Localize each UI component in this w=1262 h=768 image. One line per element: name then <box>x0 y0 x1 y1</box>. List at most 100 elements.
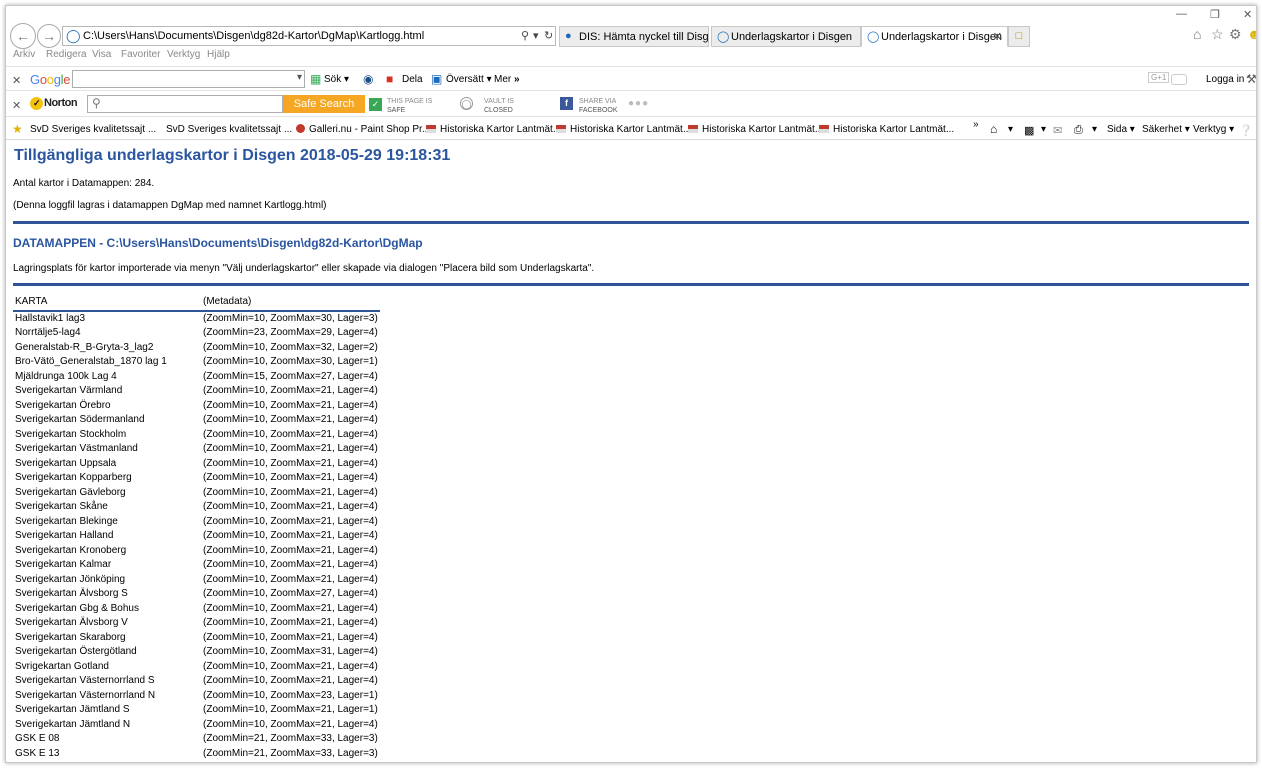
tab-underlagskartor-1[interactable]: ◯ Underlagskartor i Disgen <box>711 26 861 47</box>
column-header-metadata: (Metadata) <box>201 293 380 312</box>
dropdown-icon[interactable]: ▾ <box>533 29 539 42</box>
favorite-item[interactable]: Galleri.nu - Paint Shop Pr... <box>296 124 430 135</box>
page-status[interactable]: THIS PAGE IS SAFE <box>387 97 432 115</box>
mail-icon[interactable]: ✉ <box>1053 124 1062 137</box>
minimize-icon[interactable]: — <box>1176 8 1187 20</box>
new-tab-button[interactable]: □ <box>1008 26 1030 47</box>
section-description: Lagringsplats för kartor importerade via… <box>13 263 595 274</box>
favorites-star-icon[interactable]: ☆ <box>1211 26 1224 43</box>
page-status-line1: THIS PAGE IS <box>387 98 433 105</box>
map-metadata-cell: (ZoomMin=10, ZoomMax=21, Lager=4) <box>203 501 378 513</box>
wrench-icon[interactable]: ⚒ <box>1246 72 1256 86</box>
galleri-icon <box>296 124 305 133</box>
print-icon[interactable]: ⎙ <box>1074 124 1083 137</box>
share-facebook[interactable]: SHARE VIA FACEBOOK <box>579 97 618 115</box>
gear-icon[interactable]: ⚙ <box>1229 26 1242 43</box>
address-bar[interactable]: ◯ C:\Users\Hans\Documents\Disgen\dg82d-K… <box>62 26 556 46</box>
safety-menu[interactable]: Säkerhet ▾ <box>1142 124 1190 135</box>
page-menu[interactable]: Sida ▾ <box>1107 124 1135 135</box>
chevron-down-icon[interactable]: ▾ <box>1008 124 1013 135</box>
map-name-cell: Sverigekartan Södermanland <box>15 414 145 426</box>
home-icon[interactable]: ⌂ <box>1193 26 1201 42</box>
tab-dis[interactable]: ● DIS: Hämta nyckel till Disgen 2 <box>559 26 709 47</box>
norton-logo: ✓ Norton <box>30 97 78 110</box>
more-dots-icon[interactable]: ●●● <box>628 98 649 109</box>
menu-visa[interactable]: Visa <box>92 49 111 60</box>
google-search-button[interactable]: Sök ▾ <box>324 74 349 85</box>
map-name-cell: Generalstab-R_B-Gryta-3_lag2 <box>15 341 154 353</box>
refresh-icon[interactable]: ↻ <box>544 29 553 42</box>
smiley-icon[interactable]: ☻ <box>1247 26 1256 42</box>
google-logo: Google <box>30 72 71 87</box>
login-link[interactable]: Logga in <box>1206 74 1244 85</box>
chevron-down-icon[interactable]: ▾ <box>297 72 302 83</box>
menu-hjalp[interactable]: Hjälp <box>207 49 230 60</box>
address-url[interactable]: C:\Users\Hans\Documents\Disgen\dg82d-Kar… <box>83 30 424 42</box>
map-metadata-cell: (ZoomMin=10, ZoomMax=21, Lager=4) <box>203 457 378 469</box>
more-button[interactable]: Mer » <box>494 74 520 85</box>
maps-table: KARTA (Metadata) Hallstavik1 lag3 (ZoomMi… <box>13 293 380 761</box>
close-toolbar-icon[interactable]: ✕ <box>12 74 21 87</box>
norton-search-input[interactable]: ⚲ <box>87 95 283 113</box>
help-icon[interactable]: ❔ <box>1239 124 1253 137</box>
vault-status[interactable]: VAULT IS CLOSED <box>484 97 514 115</box>
tools-menu[interactable]: Verktyg ▾ <box>1193 124 1234 135</box>
feed-icon[interactable]: ▩ <box>1024 124 1034 137</box>
map-name-cell: Sverigekartan Jämtland S <box>15 704 130 716</box>
forward-icon[interactable]: → <box>37 24 61 48</box>
map-name-cell: Sverigekartan Blekinge <box>15 515 118 527</box>
share-icon[interactable]: ■ <box>386 72 393 86</box>
favorite-item[interactable]: SvD Sveriges kvalitetssajt ... <box>30 124 156 135</box>
close-window-icon[interactable]: ✕ <box>1243 8 1252 21</box>
table-row: Norrtälje5-lag4 (ZoomMin=23, ZoomMax=29, … <box>13 326 380 341</box>
table-row: Sverigekartan Värmland (ZoomMin=10, ZoomM… <box>13 384 380 399</box>
share-button[interactable]: Dela <box>402 74 423 85</box>
table-row: Sverigekartan Älvsborg S (ZoomMin=10, Zoo… <box>13 587 380 602</box>
map-metadata-cell: (ZoomMin=10, ZoomMax=21, Lager=4) <box>203 515 378 527</box>
favorite-item[interactable]: Historiska Kartor Lantmät... <box>688 124 823 135</box>
google-search-icon[interactable]: ▦ <box>310 72 321 86</box>
translate-icon[interactable]: ▣ <box>431 72 442 86</box>
map-name-cell: Hallstavik1 lag3 <box>15 313 86 325</box>
restore-icon[interactable]: ❐ <box>1210 8 1220 21</box>
chevron-down-icon[interactable]: ▾ <box>1092 124 1097 135</box>
google-search-input[interactable]: ▾ <box>72 70 305 88</box>
favorite-item[interactable]: Historiska Kartor Lantmät... <box>426 124 561 135</box>
map-metadata-cell: (ZoomMin=10, ZoomMax=21, Lager=4) <box>203 660 378 672</box>
map-name-cell: Sverigekartan Jämtland N <box>15 718 131 730</box>
menu-redigera[interactable]: Redigera <box>46 49 87 60</box>
favorite-item[interactable]: SvD Sveriges kvalitetssajt ... <box>166 124 292 135</box>
menu-favoriter[interactable]: Favoriter <box>121 49 160 60</box>
home-icon[interactable]: ⌂ <box>990 122 997 136</box>
favorites-star-icon[interactable]: ★ <box>12 122 23 136</box>
table-row: Sverigekartan Örebro (ZoomMin=10, ZoomMax… <box>13 398 380 413</box>
chevron-down-icon[interactable]: ▾ <box>1041 124 1046 135</box>
translate-button[interactable]: Översätt ▾ <box>446 74 492 85</box>
map-metadata-cell: (ZoomMin=10, ZoomMax=21, Lager=4) <box>203 399 378 411</box>
close-toolbar-icon[interactable]: ✕ <box>12 99 21 112</box>
chevron-more-icon[interactable]: » <box>973 119 979 130</box>
map-name-cell: Sverigekartan Kopparberg <box>15 472 132 484</box>
menu-verktyg[interactable]: Verktyg <box>167 49 200 60</box>
safe-search-button[interactable]: Safe Search <box>283 95 365 113</box>
norton-toolbar: ✕ ✓ Norton ⚲ Safe Search ✓ THIS PAGE IS S… <box>6 90 1256 116</box>
table-row: Generalstab-R_B-Gryta-3_lag2 (ZoomMin=10,… <box>13 340 380 355</box>
table-row: Sverigekartan Västernorrland S (ZoomMin=1… <box>13 674 380 689</box>
map-name-cell: Sverigekartan Örebro <box>15 399 111 411</box>
map-metadata-cell: (ZoomMin=10, ZoomMax=21, Lager=4) <box>203 602 378 614</box>
menu-arkiv[interactable]: Arkiv <box>13 49 35 60</box>
favorite-item[interactable]: Historiska Kartor Lantmät... <box>819 124 954 135</box>
search-icon[interactable]: ⚲ <box>521 29 529 42</box>
close-tab-icon[interactable]: ✕ <box>993 30 1002 43</box>
table-row: Sverigekartan Älvsborg V (ZoomMin=10, Zoo… <box>13 616 380 631</box>
toggle-switch[interactable] <box>1171 74 1187 85</box>
favorite-item[interactable]: Historiska Kartor Lantmät... <box>556 124 691 135</box>
globe-icon[interactable]: ◉ <box>363 72 373 86</box>
map-metadata-cell: (ZoomMin=10, ZoomMax=30, Lager=1) <box>203 356 378 368</box>
table-row: Sverigekartan Uppsala (ZoomMin=10, ZoomMa… <box>13 456 380 471</box>
back-icon[interactable]: ← <box>10 23 36 49</box>
map-name-cell: Sverigekartan Gävleborg <box>15 486 126 498</box>
tab-underlagskartor-active[interactable]: ◯ Underlagskartor i Disgen ✕ <box>861 26 1008 47</box>
google-plus-button[interactable]: G+1 <box>1148 72 1170 83</box>
map-name-cell: Sverigekartan Jönköping <box>15 573 126 585</box>
